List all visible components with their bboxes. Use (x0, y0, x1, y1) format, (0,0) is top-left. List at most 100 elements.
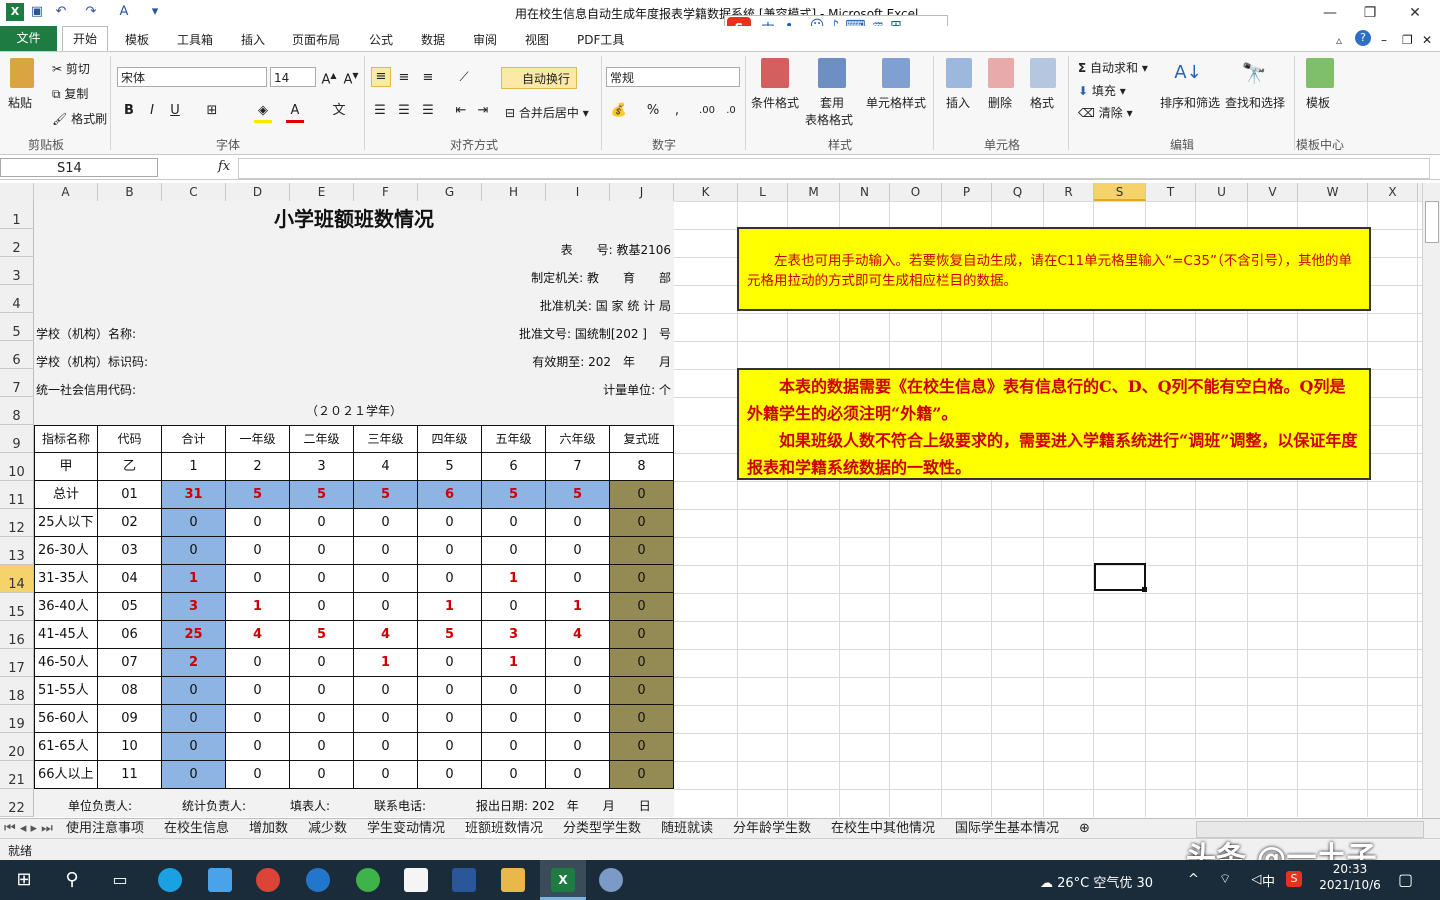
table-cell[interactable]: 0 (546, 565, 610, 593)
column-header-e[interactable]: E (290, 183, 354, 201)
header-cell[interactable]: 三年级 (354, 425, 418, 453)
row-label[interactable]: 25人以下 (34, 509, 98, 537)
table-cell[interactable]: 2 (162, 649, 226, 677)
table-cell[interactable]: 1 (482, 649, 546, 677)
table-cell[interactable]: 5 (290, 621, 354, 649)
tab-view[interactable]: 视图 (525, 30, 549, 50)
column-header-v[interactable]: V (1248, 183, 1298, 201)
sheet-tab[interactable]: 增加数 (249, 820, 288, 838)
table-cell[interactable]: 5 (482, 481, 546, 509)
table-cell[interactable]: 0 (354, 565, 418, 593)
table-cell[interactable]: 0 (610, 705, 674, 733)
table-cell[interactable]: 0 (290, 537, 354, 565)
table-cell[interactable]: 0 (162, 677, 226, 705)
vertical-scroll-thumb[interactable] (1425, 201, 1439, 243)
vertical-scrollbar[interactable] (1422, 183, 1440, 818)
conditional-format-icon[interactable] (761, 58, 789, 88)
table-cell[interactable]: 0 (162, 537, 226, 565)
table-cell[interactable]: 0 (226, 761, 290, 789)
table-cell[interactable]: 04 (98, 565, 162, 593)
number-format-combo[interactable]: 常规 (606, 67, 740, 87)
align-top-icon[interactable]: ≡ (371, 67, 391, 87)
sheet-nav-icon[interactable]: ⏮ ◂ ▸ ⏭ (4, 820, 53, 838)
align-right-icon[interactable]: ☰ (419, 102, 437, 120)
decrease-indent-icon[interactable]: ⇤ (452, 102, 470, 120)
collapse-ribbon-icon[interactable]: ▵ (1336, 30, 1342, 50)
column-header-b[interactable]: B (98, 183, 162, 201)
file-icon[interactable] (404, 868, 428, 892)
insert-cells-icon[interactable] (946, 58, 972, 88)
table-cell[interactable]: 0 (354, 761, 418, 789)
table-cell[interactable]: 0 (418, 677, 482, 705)
tab-data[interactable]: 数据 (421, 30, 445, 50)
active-cell-s14[interactable] (1094, 563, 1146, 591)
sheet-tab[interactable]: 在校生信息 (164, 820, 229, 838)
sheet-tab[interactable]: 在校生中其他情况 (831, 820, 935, 838)
row-header-9[interactable]: 9 (0, 425, 34, 453)
subheader-cell[interactable]: 3 (290, 453, 354, 481)
table-cell[interactable]: 0 (610, 733, 674, 761)
table-cell[interactable]: 0 (546, 509, 610, 537)
help-icon[interactable]: ? (1355, 30, 1371, 46)
table-cell[interactable]: 0 (546, 761, 610, 789)
format-cells-button[interactable]: 格式 (1030, 94, 1054, 111)
table-cell[interactable]: 0 (546, 537, 610, 565)
table-cell[interactable]: 1 (226, 593, 290, 621)
table-cell[interactable]: 0 (290, 593, 354, 621)
table-cell[interactable]: 0 (610, 677, 674, 705)
row-header-11[interactable]: 11 (0, 481, 34, 509)
table-cell[interactable]: 0 (162, 733, 226, 761)
app-icon[interactable] (208, 868, 232, 892)
table-cell[interactable]: 1 (162, 565, 226, 593)
row-header-3[interactable]: 3 (0, 257, 34, 285)
header-cell[interactable]: 六年级 (546, 425, 610, 453)
table-cell[interactable]: 4 (546, 621, 610, 649)
tab-review[interactable]: 审阅 (473, 30, 497, 50)
font-size-combo[interactable]: 14 (270, 67, 316, 87)
format-painter-button[interactable]: 🖌 格式刷 (52, 110, 107, 127)
minimize-button[interactable]: — (1310, 0, 1350, 26)
paste-icon[interactable] (10, 58, 34, 88)
table-cell[interactable]: 0 (354, 509, 418, 537)
table-cell[interactable]: 0 (482, 593, 546, 621)
row-header-10[interactable]: 10 (0, 453, 34, 481)
column-header-a[interactable]: A (34, 183, 98, 201)
word-icon[interactable] (452, 868, 476, 892)
table-cell[interactable]: 0 (610, 649, 674, 677)
table-cell[interactable]: 4 (226, 621, 290, 649)
column-header-i[interactable]: I (546, 183, 610, 201)
table-cell[interactable]: 0 (290, 649, 354, 677)
column-header-k[interactable]: K (674, 183, 738, 201)
header-cell[interactable]: 一年级 (226, 425, 290, 453)
table-cell[interactable]: 0 (226, 649, 290, 677)
undo-icon[interactable]: ↶ (52, 3, 70, 21)
header-cell[interactable]: 合计 (162, 425, 226, 453)
table-cell[interactable]: 0 (162, 761, 226, 789)
column-header-r[interactable]: R (1044, 183, 1094, 201)
table-cell[interactable]: 02 (98, 509, 162, 537)
table-cell[interactable]: 0 (482, 761, 546, 789)
table-cell[interactable]: 0 (290, 677, 354, 705)
currency-icon[interactable]: 💰 (610, 102, 628, 120)
cell-style-button[interactable]: 单元格样式 (866, 94, 926, 111)
sort-filter-button[interactable]: 排序和筛选 (1160, 94, 1220, 111)
find-select-button[interactable]: 查找和选择 (1225, 94, 1285, 111)
table-cell[interactable]: 0 (354, 705, 418, 733)
table-cell[interactable]: 0 (546, 705, 610, 733)
table-cell[interactable]: 0 (290, 761, 354, 789)
table-cell[interactable]: 6 (418, 481, 482, 509)
table-cell[interactable]: 5 (226, 481, 290, 509)
task-view-icon[interactable]: ▭ (108, 868, 132, 892)
subheader-cell[interactable]: 乙 (98, 453, 162, 481)
sheet-tab[interactable]: 分年龄学生数 (733, 820, 811, 838)
table-cell[interactable]: 0 (354, 593, 418, 621)
delete-cells-button[interactable]: 删除 (988, 94, 1012, 111)
table-cell[interactable]: 07 (98, 649, 162, 677)
sheet-tab[interactable]: 班额班数情况 (465, 820, 544, 840)
template-button[interactable]: 模板 (1306, 94, 1330, 111)
row-label[interactable]: 31-35人 (34, 565, 98, 593)
row-header-4[interactable]: 4 (0, 285, 34, 313)
table-cell[interactable]: 09 (98, 705, 162, 733)
font-name-combo[interactable]: 宋体 (117, 67, 267, 87)
copy-button[interactable]: ⧉ 复制 (52, 85, 88, 102)
